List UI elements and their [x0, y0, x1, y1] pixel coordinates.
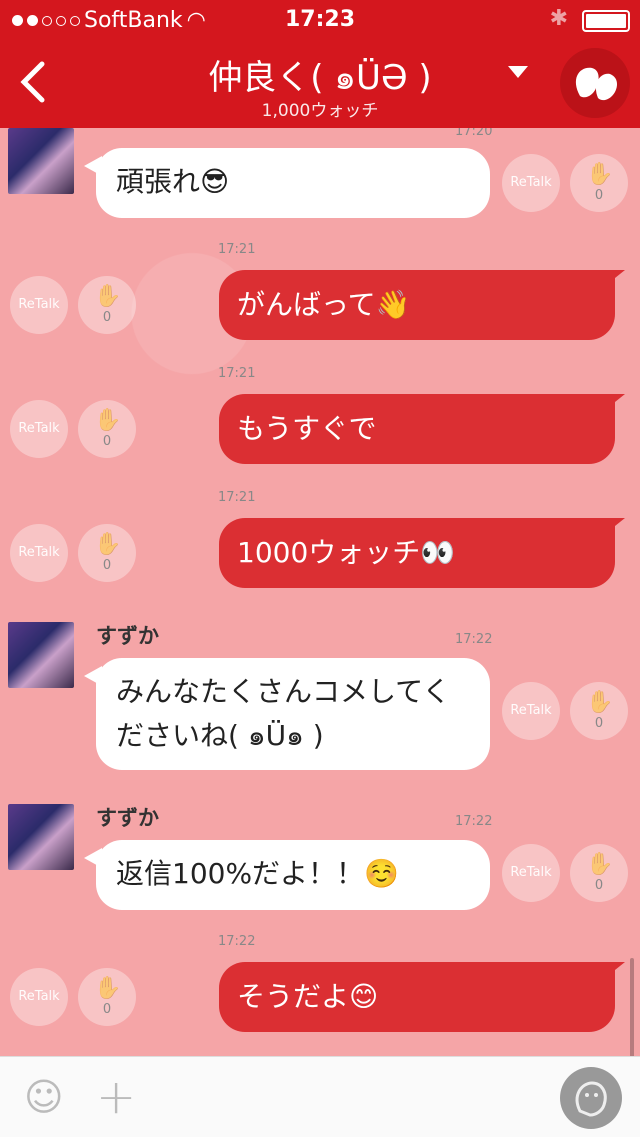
clap-button[interactable]: ✋ 0	[78, 400, 136, 458]
message-time: 17:21	[218, 242, 256, 257]
clap-button[interactable]: ✋ 0	[570, 154, 628, 212]
clap-icon: ✋	[586, 162, 614, 187]
battery-icon	[582, 10, 630, 32]
scrollbar[interactable]	[630, 958, 634, 1056]
avatar[interactable]	[8, 622, 74, 688]
clap-icon: ✋	[94, 284, 122, 309]
clap-count: 0	[594, 878, 604, 893]
nav-bar: 仲良く( ๑ÜƏ ) 1,000ウォッチ	[0, 40, 640, 128]
retalk-button[interactable]: ReTalk	[10, 524, 68, 582]
clap-icon: ✋	[586, 690, 614, 715]
status-time: 17:23	[284, 7, 356, 32]
profile-button[interactable]	[560, 1067, 622, 1129]
message-bubble[interactable]: みんなたくさんコメしてくださいね( ๑Ü๑ )	[84, 658, 490, 770]
message-bubble[interactable]: 頑張れ😎	[84, 148, 490, 218]
message-bubble[interactable]: 返信100%だよ！！☺️	[84, 840, 490, 910]
watch-count: 1,000ウォッチ	[261, 101, 379, 121]
clap-count: 0	[594, 716, 604, 731]
clap-icon: ✋	[94, 532, 122, 557]
clap-button[interactable]: ✋ 0	[78, 276, 136, 334]
bluetooth-icon: ✱	[549, 6, 568, 31]
clap-icon: ✋	[94, 408, 122, 433]
chat-area[interactable]: 17:20 頑張れ😎 ReTalk ✋ 0 17:21 ReTalk ✋ 0 が…	[0, 128, 640, 1056]
clap-count: 0	[102, 1002, 112, 1017]
message-time: 17:22	[218, 934, 256, 949]
clap-count: 0	[102, 558, 112, 573]
composer-bar: ☺ +	[0, 1056, 640, 1137]
retalk-button[interactable]: ReTalk	[502, 154, 560, 212]
clap-button[interactable]: ✋ 0	[78, 524, 136, 582]
status-bar: SoftBank ◠ 17:23 ✱	[0, 0, 640, 40]
avatar[interactable]	[8, 128, 74, 194]
retalk-button[interactable]: ReTalk	[10, 276, 68, 334]
message-time: 17:21	[218, 366, 256, 381]
message-time: 17:22	[455, 814, 493, 829]
sender-name: すずか	[96, 806, 159, 830]
avatar[interactable]	[8, 804, 74, 870]
emoji-button[interactable]: ☺	[24, 1075, 64, 1119]
message-bubble[interactable]: 1000ウォッチ👀	[219, 518, 625, 588]
clap-button[interactable]: ✋ 0	[570, 844, 628, 902]
room-icon[interactable]	[560, 48, 630, 118]
clap-count: 0	[102, 310, 112, 325]
clap-count: 0	[594, 188, 604, 203]
message-time: 17:20	[455, 128, 493, 139]
message-bubble[interactable]: がんばって👋	[219, 270, 625, 340]
message-bubble[interactable]: もうすぐで	[219, 394, 625, 464]
clap-count: 0	[102, 434, 112, 449]
clap-button[interactable]: ✋ 0	[78, 968, 136, 1026]
retalk-button[interactable]: ReTalk	[10, 968, 68, 1026]
retalk-button[interactable]: ReTalk	[502, 682, 560, 740]
message-time: 17:22	[455, 632, 493, 647]
clap-button[interactable]: ✋ 0	[570, 682, 628, 740]
retalk-button[interactable]: ReTalk	[10, 400, 68, 458]
message-time: 17:21	[218, 490, 256, 505]
clap-icon: ✋	[586, 852, 614, 877]
message-bubble[interactable]: そうだよ😊	[219, 962, 625, 1032]
add-button[interactable]: +	[96, 1069, 136, 1125]
chevron-down-icon[interactable]	[508, 66, 528, 78]
clap-icon: ✋	[94, 976, 122, 1001]
sender-name: すずか	[96, 624, 159, 648]
retalk-button[interactable]: ReTalk	[502, 844, 560, 902]
